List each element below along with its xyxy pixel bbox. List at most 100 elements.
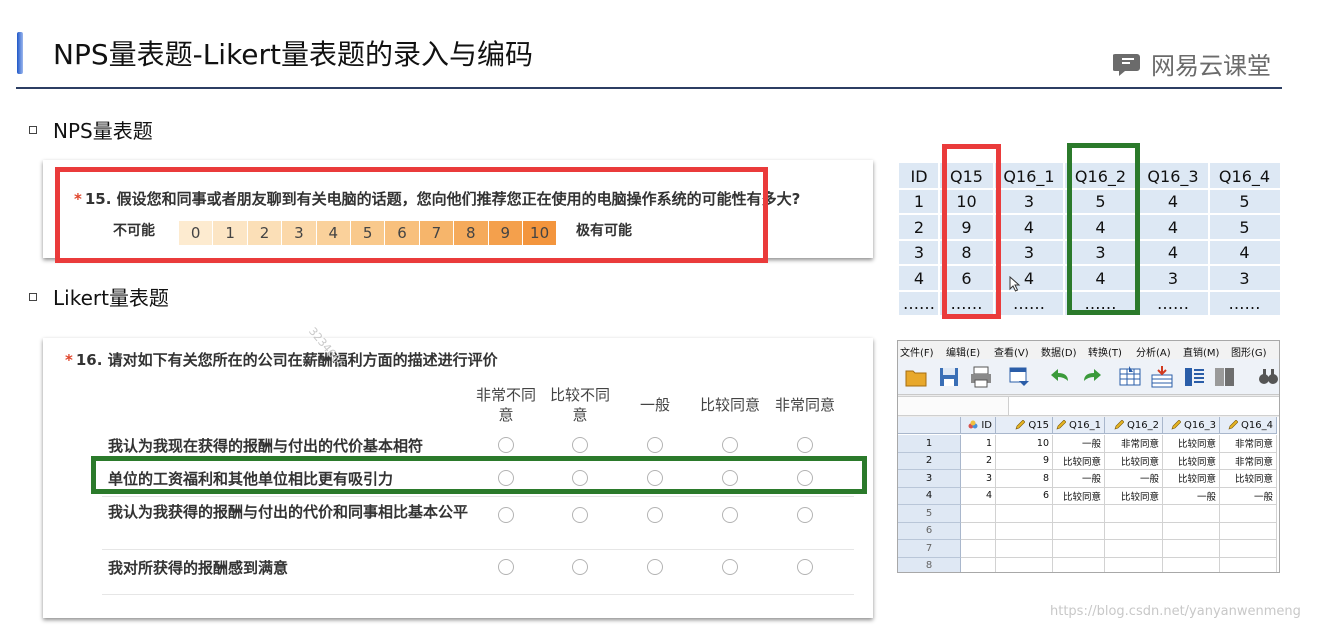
spss-data-cell[interactable]: 3: [961, 470, 996, 488]
spss-data-cell[interactable]: [996, 557, 1053, 572]
spss-data-cell[interactable]: [1053, 540, 1105, 558]
likert-radio-button[interactable]: [647, 437, 663, 453]
spss-column-name: Q16_2: [1127, 419, 1159, 431]
likert-radio-button[interactable]: [797, 437, 813, 453]
spss-menu-item[interactable]: 转换(T): [1088, 344, 1122, 359]
spss-data-cell[interactable]: 比较同意: [1163, 435, 1220, 453]
spss-data-cell[interactable]: 一般: [1105, 470, 1163, 488]
spss-row-number[interactable]: 3: [898, 470, 961, 488]
spss-data-cell[interactable]: [1163, 540, 1220, 558]
likert-radio-button[interactable]: [722, 559, 738, 575]
spss-data-cell[interactable]: 8: [996, 470, 1053, 488]
spss-row-number[interactable]: 6: [898, 522, 961, 540]
spss-data-cell[interactable]: [1163, 557, 1220, 572]
spss-data-cell[interactable]: [961, 505, 996, 523]
spss-data-cell[interactable]: [1105, 540, 1163, 558]
spss-data-cell[interactable]: 非常同意: [1105, 435, 1163, 453]
likert-radio-button[interactable]: [797, 507, 813, 523]
spss-row-number[interactable]: 4: [898, 487, 961, 505]
spss-row-number[interactable]: 2: [898, 452, 961, 470]
spss-column-header[interactable]: Q16_2: [1105, 417, 1163, 434]
data-table-header-cell: Q16_3: [1147, 166, 1199, 186]
likert-radio-button[interactable]: [722, 507, 738, 523]
likert-radio-button[interactable]: [647, 507, 663, 523]
spss-column-header[interactable]: Q16_4: [1220, 417, 1277, 434]
spss-data-cell[interactable]: [1105, 557, 1163, 572]
spss-data-cell[interactable]: 一般: [1163, 487, 1220, 505]
likert-radio-button[interactable]: [498, 507, 514, 523]
spss-data-cell[interactable]: 比较同意: [1053, 452, 1105, 470]
likert-question-label: 16. 请对如下有关您所在的公司在薪酬福利方面的描述进行评价: [75, 351, 498, 369]
spss-cell-editor[interactable]: [898, 396, 1279, 416]
spss-data-cell[interactable]: [961, 557, 996, 572]
spss-data-cell[interactable]: [1220, 540, 1277, 558]
spss-data-cell[interactable]: 一般: [1220, 487, 1277, 505]
spss-menu-item[interactable]: 图形(G): [1231, 344, 1267, 359]
spss-data-cell[interactable]: [1220, 505, 1277, 523]
find-icon[interactable]: [1256, 365, 1280, 389]
spss-data-cell[interactable]: [1053, 557, 1105, 572]
likert-radio-button[interactable]: [572, 437, 588, 453]
likert-radio-button[interactable]: [647, 559, 663, 575]
likert-radio-button[interactable]: [572, 507, 588, 523]
spss-data-cell[interactable]: [996, 522, 1053, 540]
spss-data-cell[interactable]: 10: [996, 435, 1053, 453]
spss-data-cell[interactable]: [1105, 522, 1163, 540]
spss-menu-item[interactable]: 直销(M): [1183, 344, 1219, 359]
spss-data-cell[interactable]: 2: [961, 452, 996, 470]
variables-icon[interactable]: [1182, 365, 1206, 389]
likert-radio-button[interactable]: [722, 437, 738, 453]
goto-variable-icon[interactable]: [1150, 365, 1174, 389]
spss-data-cell[interactable]: [1220, 522, 1277, 540]
spss-data-cell[interactable]: 比较同意: [1220, 470, 1277, 488]
spss-data-cell[interactable]: [1163, 505, 1220, 523]
spss-data-cell[interactable]: 比较同意: [1163, 452, 1220, 470]
spss-data-cell[interactable]: 比较同意: [1105, 452, 1163, 470]
spss-data-cell[interactable]: 4: [961, 487, 996, 505]
spss-row-number[interactable]: 1: [898, 435, 961, 453]
spss-data-cell[interactable]: 非常同意: [1220, 452, 1277, 470]
spss-row-number[interactable]: 7: [898, 540, 961, 558]
spss-data-cell[interactable]: 比较同意: [1053, 487, 1105, 505]
spss-column-header[interactable]: Q16_3: [1163, 417, 1220, 434]
spss-data-cell[interactable]: [996, 505, 1053, 523]
likert-radio-button[interactable]: [498, 559, 514, 575]
undo-icon[interactable]: [1048, 365, 1072, 389]
spss-row-number[interactable]: 5: [898, 505, 961, 523]
spss-data-cell[interactable]: 非常同意: [1220, 435, 1277, 453]
spss-data-cell[interactable]: [961, 540, 996, 558]
spss-data-cell[interactable]: [1053, 522, 1105, 540]
spss-data-cell[interactable]: 一般: [1053, 470, 1105, 488]
spss-menu-item[interactable]: 分析(A): [1136, 344, 1171, 359]
save-icon[interactable]: [937, 365, 961, 389]
spss-column-header[interactable]: ID: [961, 417, 996, 434]
split-file-icon[interactable]: [1212, 365, 1236, 389]
spss-data-cell[interactable]: [996, 540, 1053, 558]
dialog-recall-icon[interactable]: [1007, 365, 1031, 389]
spss-data-cell[interactable]: [1163, 522, 1220, 540]
spss-menu-item[interactable]: 编辑(E): [946, 344, 980, 359]
spss-data-cell[interactable]: 1: [961, 435, 996, 453]
spss-data-cell[interactable]: 6: [996, 487, 1053, 505]
redo-icon[interactable]: [1080, 365, 1104, 389]
spss-row-number[interactable]: 8: [898, 557, 961, 572]
likert-radio-button[interactable]: [797, 559, 813, 575]
likert-radio-button[interactable]: [572, 559, 588, 575]
spss-menu-item[interactable]: 数据(D): [1041, 344, 1077, 359]
spss-column-header[interactable]: Q16_1: [1053, 417, 1105, 434]
spss-data-cell[interactable]: [961, 522, 996, 540]
goto-case-icon[interactable]: [1118, 365, 1142, 389]
print-icon[interactable]: [969, 365, 993, 389]
open-folder-icon[interactable]: [904, 365, 928, 389]
spss-menu-item[interactable]: 文件(F): [900, 344, 934, 359]
spss-data-cell[interactable]: 比较同意: [1105, 487, 1163, 505]
spss-data-cell[interactable]: [1105, 505, 1163, 523]
spss-data-cell[interactable]: 9: [996, 452, 1053, 470]
spss-data-cell[interactable]: [1220, 557, 1277, 572]
likert-radio-button[interactable]: [498, 437, 514, 453]
spss-menu-item[interactable]: 查看(V): [994, 344, 1029, 359]
spss-column-header[interactable]: Q15: [996, 417, 1053, 434]
spss-data-cell[interactable]: [1053, 505, 1105, 523]
spss-data-cell[interactable]: 比较同意: [1163, 470, 1220, 488]
spss-data-cell[interactable]: 一般: [1053, 435, 1105, 453]
